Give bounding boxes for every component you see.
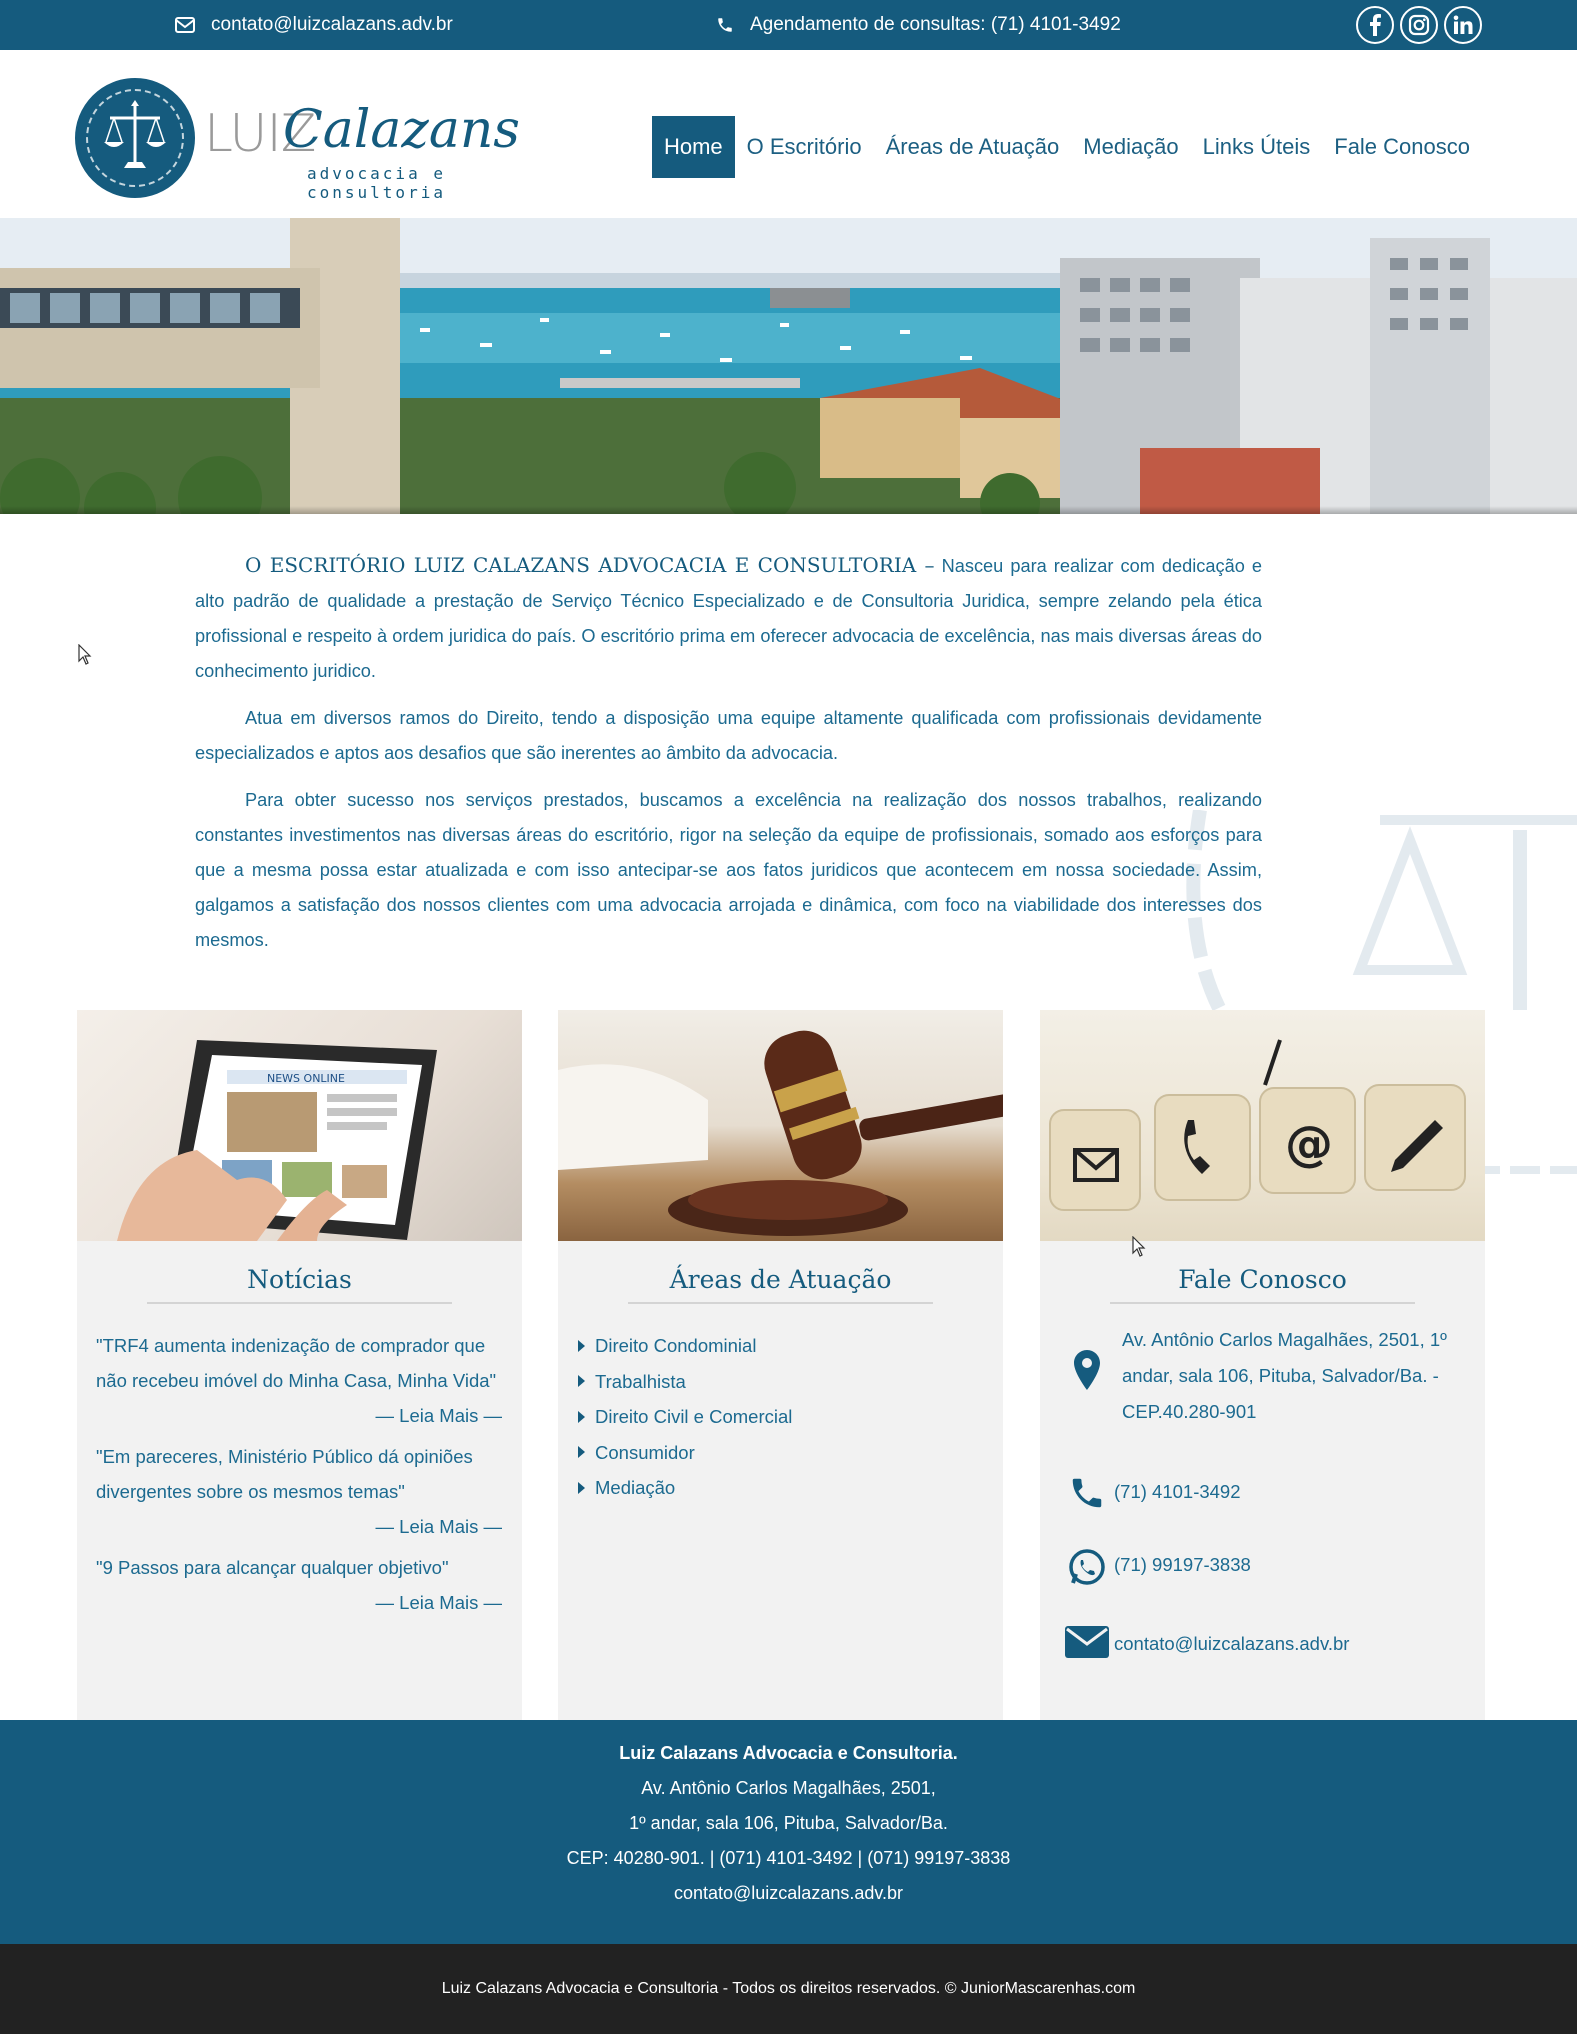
area-item-condominial[interactable]: Direito Condominial — [578, 1328, 983, 1364]
areas-card: Áreas de Atuação Direito Condominial Tra… — [558, 1010, 1003, 1720]
read-more-link[interactable]: — Leia Mais — — [96, 1398, 502, 1433]
footer-address-1: Av. Antônio Carlos Magalhães, 2501, — [641, 1778, 936, 1798]
news-card: NEWS ONLINE Notícias "TRF4 aumenta inden… — [77, 1010, 522, 1720]
gavel-image — [558, 1010, 1003, 1241]
contact-whatsapp[interactable]: (71) 99197-3838 — [1062, 1547, 1251, 1587]
facebook-icon — [1370, 14, 1381, 36]
intro-section: O ESCRITÓRIO LUIZ CALAZANS ADVOCACIA E C… — [195, 548, 1262, 970]
area-label: Consumidor — [595, 1441, 695, 1463]
area-label: Trabalhista — [595, 1370, 686, 1392]
seal-ring — [86, 89, 184, 187]
intro-paragraph-2: Atua em diversos ramos do Direito, tendo… — [195, 708, 1262, 763]
contact-blocks-image: @ — [1040, 1010, 1485, 1241]
logo-last-name: Calazans — [283, 100, 520, 160]
instagram-link[interactable] — [1400, 6, 1438, 44]
nav-home[interactable]: Home — [651, 116, 735, 178]
area-item-mediacao[interactable]: Mediação — [578, 1470, 983, 1506]
caret-right-icon — [578, 1339, 585, 1352]
site-footer: Luiz Calazans Advocacia e Consultoria. A… — [0, 1720, 1577, 1944]
contact-email-text: contato@luizcalazans.adv.br — [1114, 1633, 1350, 1654]
contact-address: Av. Antônio Carlos Magalhães, 2501, 1º a… — [1062, 1322, 1462, 1430]
area-label: Direito Condominial — [595, 1335, 757, 1356]
contact-phone-text: (71) 4101-3492 — [1114, 1481, 1241, 1502]
contact-phone[interactable]: (71) 4101-3492 — [1062, 1474, 1241, 1512]
mouse-cursor-icon — [78, 644, 92, 665]
intro-paragraph-3: Para obter sucesso nos serviços prestado… — [195, 790, 1262, 950]
caret-right-icon — [578, 1481, 585, 1494]
whatsapp-icon — [1069, 1549, 1105, 1585]
envelope-icon — [1065, 1626, 1109, 1658]
logo-tagline: advocacia e consultoria — [307, 164, 446, 202]
map-pin-icon — [1074, 1350, 1100, 1390]
footer-contacts: CEP: 40280-901. | (071) 4101-3492 | (071… — [566, 1848, 1011, 1868]
top-phone: Agendamento de consultas: (71) 4101-3492 — [716, 0, 1121, 50]
footer-address-2: 1º andar, sala 106, Pituba, Salvador/Ba. — [629, 1813, 948, 1833]
caret-right-icon — [578, 1375, 585, 1388]
news-item[interactable]: "TRF4 aumenta indenização de comprador q… — [96, 1328, 502, 1398]
read-more-link[interactable]: — Leia Mais — — [96, 1509, 502, 1544]
area-label: Mediação — [595, 1477, 676, 1498]
tablet-news-heading: NEWS ONLINE — [267, 1072, 345, 1085]
intro-lead: O ESCRITÓRIO LUIZ CALAZANS ADVOCACIA E C… — [245, 553, 935, 577]
top-email-text: contato@luizcalazans.adv.br — [211, 14, 453, 35]
copyright-text: Luiz Calazans Advocacia e Consultoria - … — [441, 1980, 1136, 1997]
envelope-icon — [175, 17, 195, 33]
contact-whatsapp-text: (71) 99197-3838 — [1114, 1554, 1251, 1575]
instagram-icon — [1408, 14, 1430, 36]
contact-blocks-illustration: @ — [1049, 1039, 1466, 1211]
site-header: LUIZ Calazans advocacia e consultoria Ho… — [0, 50, 1577, 218]
nav-escritorio[interactable]: O Escritório — [735, 116, 874, 178]
hero-shadow — [0, 506, 1577, 514]
mouse-cursor-icon — [1132, 1236, 1146, 1257]
at-icon: @ — [1285, 1116, 1333, 1172]
phone-icon — [718, 18, 732, 32]
gavel-illustration — [558, 1030, 1003, 1236]
copyright-bar: Luiz Calazans Advocacia e Consultoria - … — [0, 1944, 1577, 2034]
site-logo[interactable]: LUIZ Calazans advocacia e consultoria — [75, 78, 525, 202]
areas-title: Áreas de Atuação — [628, 1265, 933, 1304]
top-email[interactable]: contato@luizcalazans.adv.br — [175, 0, 453, 50]
top-bar: contato@luizcalazans.adv.br Agendamento … — [0, 0, 1577, 50]
areas-list: Direito Condominial Trabalhista Direito … — [558, 1304, 1003, 1506]
facebook-link[interactable] — [1356, 6, 1394, 44]
area-label: Direito Civil e Comercial — [595, 1406, 793, 1427]
main-nav: Home O Escritório Áreas de Atuação Media… — [651, 116, 1482, 178]
area-item-consumidor[interactable]: Consumidor — [578, 1435, 983, 1471]
news-title: Notícias — [147, 1265, 452, 1304]
contact-email[interactable]: contato@luizcalazans.adv.br — [1062, 1626, 1349, 1662]
intro-paragraph-1: O ESCRITÓRIO LUIZ CALAZANS ADVOCACIA E C… — [195, 548, 1262, 689]
caret-right-icon — [578, 1410, 585, 1423]
caret-right-icon — [578, 1446, 585, 1459]
top-phone-text: Agendamento de consultas: (71) 4101-3492 — [750, 14, 1121, 35]
contact-title: Fale Conosco — [1110, 1265, 1415, 1304]
svg-text:@: @ — [1285, 1116, 1333, 1172]
footer-company: Luiz Calazans Advocacia e Consultoria. — [619, 1743, 958, 1763]
nav-links[interactable]: Links Úteis — [1191, 116, 1323, 178]
area-item-civil[interactable]: Direito Civil e Comercial — [578, 1399, 983, 1435]
footer-email[interactable]: contato@luizcalazans.adv.br — [0, 1876, 1577, 1911]
news-item[interactable]: "Em pareceres, Ministério Público dá opi… — [96, 1439, 502, 1509]
news-item[interactable]: "9 Passos para alcançar qualquer objetiv… — [96, 1550, 502, 1585]
tablet-news-image: NEWS ONLINE — [77, 1010, 522, 1241]
contact-address-text: Av. Antônio Carlos Magalhães, 2501, 1º a… — [1122, 1329, 1447, 1422]
hero-banner-image — [0, 218, 1577, 514]
linkedin-icon — [1453, 15, 1473, 34]
contact-card: @ Fale Conosco Av. Antônio Carlos Magalh… — [1040, 1010, 1485, 1720]
nav-contato[interactable]: Fale Conosco — [1322, 116, 1482, 178]
scales-seal-icon — [75, 78, 195, 198]
tablet-illustration: NEWS ONLINE — [117, 1040, 437, 1241]
news-list: "TRF4 aumenta indenização de comprador q… — [77, 1304, 522, 1620]
area-item-trabalhista[interactable]: Trabalhista — [578, 1364, 983, 1400]
nav-mediacao[interactable]: Mediação — [1071, 116, 1190, 178]
read-more-link[interactable]: — Leia Mais — — [96, 1585, 502, 1620]
salvador-bay-illustration — [0, 218, 1577, 514]
social-links — [1356, 6, 1482, 44]
linkedin-link[interactable] — [1444, 6, 1482, 44]
nav-areas[interactable]: Áreas de Atuação — [874, 116, 1072, 178]
phone-icon — [1072, 1478, 1102, 1508]
